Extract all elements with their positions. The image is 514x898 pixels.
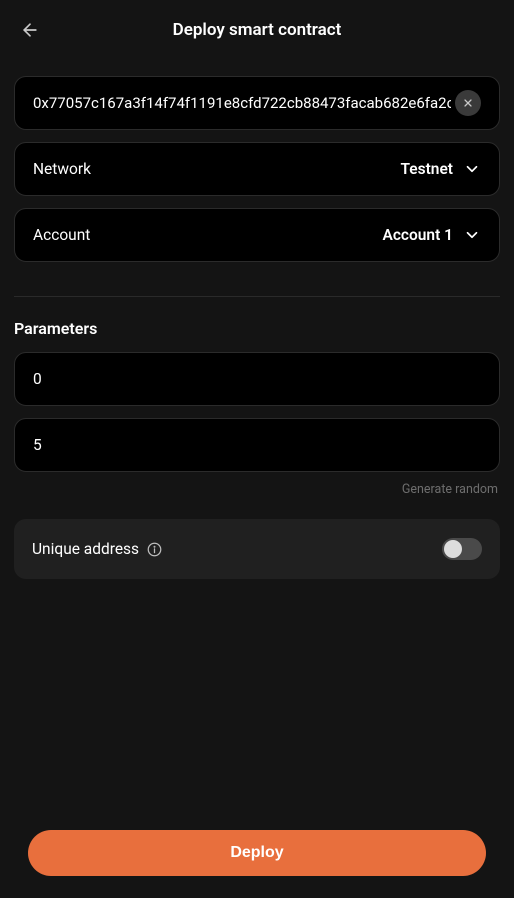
close-icon: [462, 97, 474, 109]
chevron-down-icon: [463, 160, 481, 178]
contract-hash-value: 0x77057c167a3f14f74f1191e8cfd722cb88473f…: [33, 94, 451, 112]
parameters-title: Parameters: [14, 319, 500, 338]
parameter-value: 0: [33, 370, 42, 388]
generate-random-link[interactable]: Generate random: [14, 482, 500, 497]
parameter-field-0[interactable]: 0: [14, 352, 500, 406]
parameter-value: 5: [33, 436, 42, 454]
deploy-button[interactable]: Deploy: [28, 830, 486, 876]
network-select[interactable]: Network Testnet: [14, 142, 500, 196]
unique-address-row: Unique address: [14, 519, 500, 579]
account-value: Account 1: [382, 226, 453, 244]
unique-address-label: Unique address: [32, 540, 139, 558]
clear-hash-button[interactable]: [455, 90, 481, 116]
network-label: Network: [33, 160, 91, 178]
contract-hash-field[interactable]: 0x77057c167a3f14f74f1191e8cfd722cb88473f…: [14, 76, 500, 130]
section-divider: [14, 296, 500, 297]
page-title: Deploy smart contract: [173, 20, 342, 40]
account-select[interactable]: Account Account 1: [14, 208, 500, 262]
toggle-knob: [444, 540, 462, 558]
network-value: Testnet: [400, 160, 453, 178]
arrow-left-icon: [20, 20, 40, 40]
unique-address-toggle[interactable]: [442, 538, 482, 560]
back-button[interactable]: [18, 18, 42, 42]
info-icon[interactable]: [147, 542, 162, 557]
account-label: Account: [33, 226, 90, 244]
chevron-down-icon: [463, 226, 481, 244]
parameter-field-1[interactable]: 5: [14, 418, 500, 472]
